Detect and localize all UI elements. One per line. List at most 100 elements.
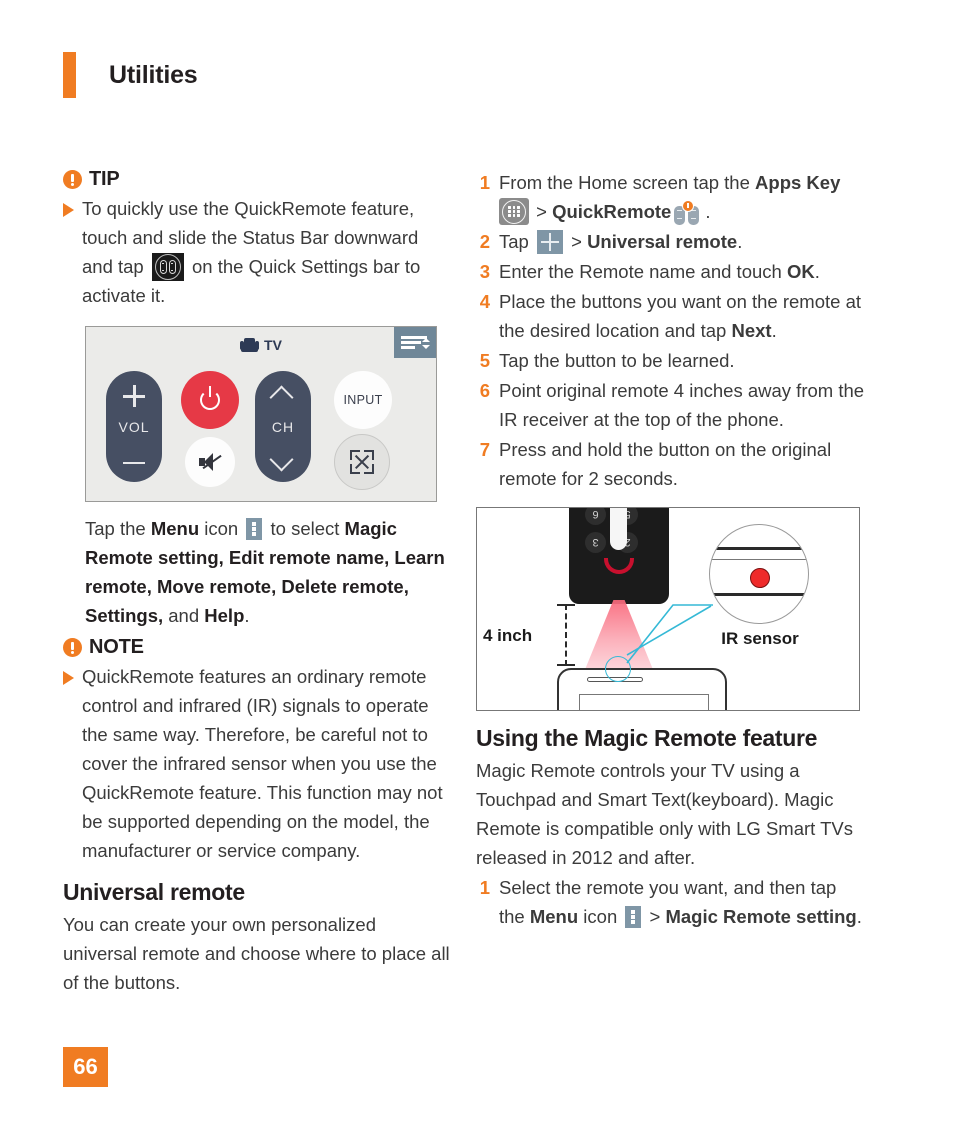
triangle-bullet-icon [63, 203, 74, 217]
remote-tv-label-group: TV [240, 337, 282, 353]
triangle-bullet-icon [63, 671, 74, 685]
step1-bold-apps-key: Apps Key [755, 172, 841, 193]
mr-step-text-4: . [856, 906, 862, 927]
step1-bold-quickremote: QuickRemote [552, 201, 672, 222]
chevron-down-icon [271, 454, 295, 466]
list-item: 5 Tap the button to be learned. [476, 346, 866, 375]
step1-text-1: From the Home screen tap the [499, 172, 756, 193]
list-item: 1 From the Home screen tap the Apps Key … [476, 168, 866, 226]
overflow-menu-icon [625, 906, 642, 928]
step-text: Point original remote 4 inches away from… [499, 380, 865, 430]
step-number: 4 [479, 291, 490, 312]
step-text: Place the buttons you want on the remote… [499, 287, 866, 345]
expand-button[interactable] [334, 434, 390, 490]
step-number: 5 [479, 350, 490, 371]
channel-label: CH [271, 419, 295, 435]
step-number: 2 [479, 231, 490, 252]
menu-text-4: and [163, 605, 205, 626]
magic-remote-heading: Using the Magic Remote feature [476, 725, 818, 751]
note-callout-header: NOTE [63, 636, 453, 659]
step-text: Enter the Remote name and touch OK. [499, 257, 866, 286]
menu-bold-menu: Menu [150, 518, 200, 539]
step2-bold-universal-remote: Universal remote [587, 231, 738, 252]
volume-label: VOL [118, 419, 150, 435]
mr-step-bold-menu: Menu [529, 906, 579, 927]
note-callout-body: QuickRemote features an ordinary remote … [63, 662, 453, 865]
channel-rocker-button[interactable]: CH [255, 371, 311, 482]
step4-bold-next: Next [731, 320, 772, 341]
list-item: 4 Place the buttons you want on the remo… [476, 287, 866, 345]
remote-tv-label: TV [264, 337, 282, 353]
magic-remote-steps-list: 1 Select the remote you want, and then t… [476, 873, 866, 931]
step3-bold-ok: OK [786, 261, 815, 282]
apps-key-icon [499, 198, 529, 225]
mr-step-text-3: > [644, 906, 666, 927]
mute-speaker-icon [199, 453, 222, 471]
step-text: Press and hold the button on the origina… [499, 439, 832, 489]
step-number: 3 [479, 261, 490, 282]
dimension-cap-bottom [557, 664, 575, 666]
remote-red-arc [604, 558, 634, 574]
power-button[interactable] [181, 371, 239, 429]
step3-text-2: . [814, 261, 820, 282]
step-number: 6 [479, 380, 490, 401]
plus-icon [123, 385, 145, 407]
exclamation-icon [63, 170, 82, 189]
input-button[interactable]: INPUT [334, 371, 392, 429]
quickremote-steps-list: 1 From the Home screen tap the Apps Key … [476, 168, 866, 493]
page-title: Utilities [109, 60, 198, 89]
physical-remote-illustration: 6 5 3 2 [569, 508, 669, 604]
phone-screen [579, 694, 709, 710]
menu-instruction-paragraph: Tap the Menu icon to select Magic Remote… [85, 514, 453, 630]
minus-icon [123, 461, 145, 464]
volume-rocker-button[interactable]: VOL [106, 371, 162, 482]
ir-sensor-figure: 6 5 3 2 4 inch IR sensor [476, 507, 860, 711]
distance-label: 4 inch [483, 626, 533, 645]
step-text: Tap > Universal remote. [499, 227, 866, 256]
page-header: Utilities [0, 52, 954, 98]
tip-callout-header: TIP [63, 168, 453, 191]
menu-text-2: icon [199, 518, 244, 539]
list-item: 2 Tap > Universal remote. [476, 227, 866, 256]
step2-text-2: > [565, 231, 588, 252]
step4-text-1: Place the buttons you want on the remote… [499, 291, 862, 341]
menu-bold-help: Help [204, 605, 245, 626]
mute-button[interactable] [185, 437, 235, 487]
step-number: 1 [479, 877, 490, 898]
exclamation-icon [63, 638, 82, 657]
mr-step-bold-setting: Magic Remote setting [665, 906, 857, 927]
step-text: From the Home screen tap the Apps Key > … [499, 168, 866, 226]
dimension-line [565, 604, 567, 666]
left-column: TIP To quickly use the QuickRemote featu… [63, 168, 453, 997]
right-column: 1 From the Home screen tap the Apps Key … [476, 168, 866, 932]
page-number-badge: 66 [63, 1047, 108, 1087]
step-number: 7 [479, 439, 490, 460]
remote-key-3: 3 [585, 532, 606, 553]
quickremote-quicksettings-icon [151, 253, 184, 281]
step-number: 1 [479, 172, 490, 193]
menu-text-3: to select [265, 518, 345, 539]
callout-leader-lines [626, 604, 713, 664]
step2-text-1: Tap [499, 231, 534, 252]
magic-remote-body: Magic Remote controls your TV using a To… [476, 760, 853, 868]
step-text: Select the remote you want, and then tap… [499, 873, 866, 931]
universal-remote-body: You can create your own personalized uni… [63, 914, 450, 993]
note-label: NOTE [89, 636, 144, 658]
power-icon [200, 386, 220, 410]
header-accent-bar [63, 52, 76, 98]
remote-list-toggle-icon[interactable] [394, 327, 436, 358]
remote-notch [610, 508, 627, 550]
chevron-updown-icon [422, 338, 430, 349]
list-item: 3 Enter the Remote name and touch OK. [476, 257, 866, 286]
chevron-up-icon [271, 387, 295, 399]
tip-callout: TIP To quickly use the QuickRemote featu… [63, 168, 453, 310]
step2-text-3: . [737, 231, 743, 252]
menu-text-1: Tap the [85, 518, 151, 539]
sofa-icon [240, 337, 260, 353]
overflow-menu-icon [246, 518, 263, 540]
remote-key-6: 6 [585, 508, 606, 525]
remote-figure-topbar: TV [86, 327, 436, 363]
step-text: Tap the button to be learned. [499, 350, 735, 371]
step3-text-1: Enter the Remote name and touch [499, 261, 787, 282]
step1-text-2: > [531, 201, 553, 222]
